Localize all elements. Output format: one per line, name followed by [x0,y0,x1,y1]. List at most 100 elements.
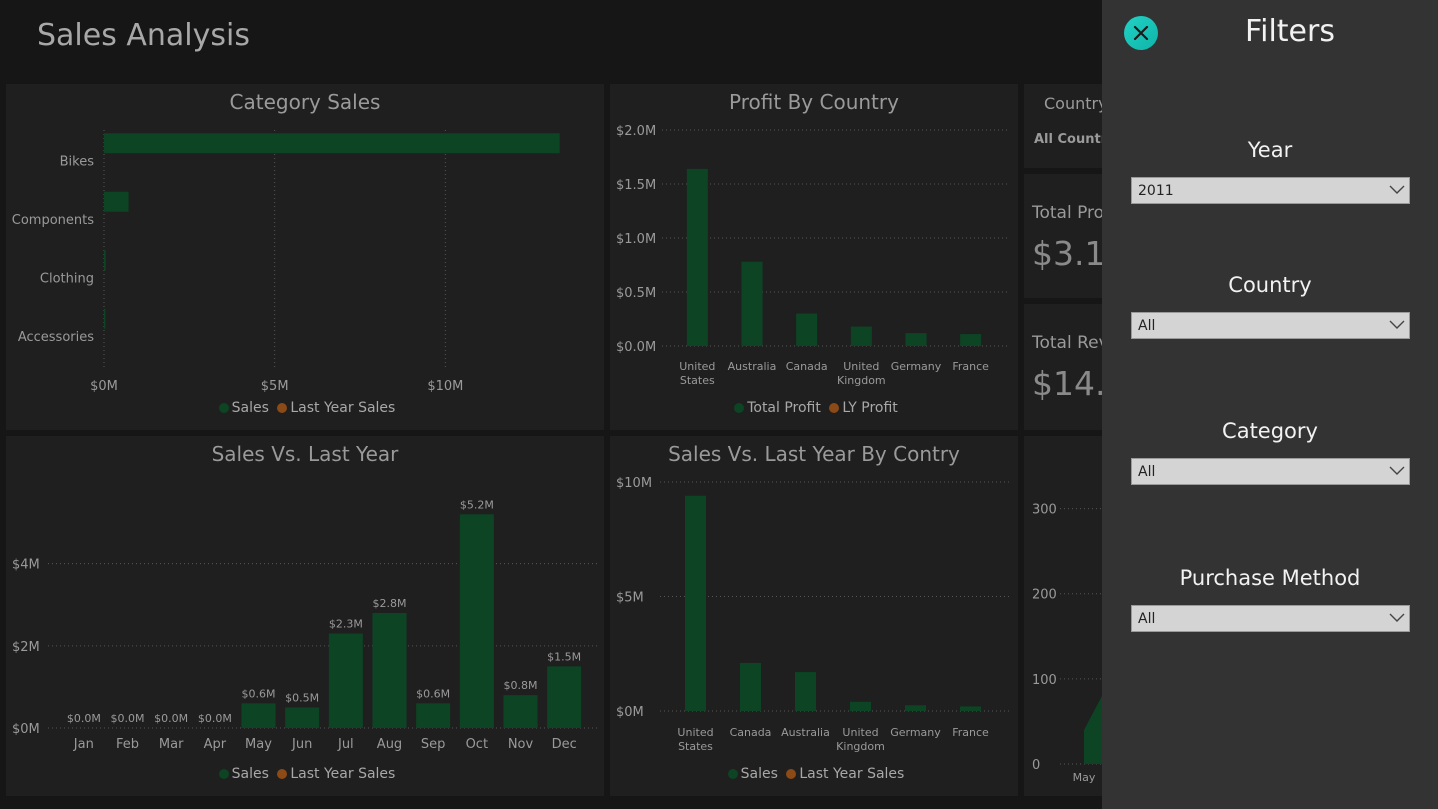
bar [796,313,818,346]
data-label: $0.5M [285,691,319,704]
y-tick-label: $2M [12,640,40,655]
category-dropdown[interactable]: All [1131,458,1410,485]
country-filter-label: Country [1228,273,1312,297]
x-tick-label: States [678,740,713,753]
x-tick-label: Mar [159,737,184,752]
purchase-method-dropdown[interactable]: All [1131,605,1410,632]
category-sales-legend: Sales Last Year Sales [6,400,604,416]
data-label: $0.0M [67,712,101,725]
x-tick-label: Kingdom [837,374,886,387]
page-title: Sales Analysis [37,18,250,53]
data-label: $0.0M [198,712,232,725]
x-tick-label: May [1073,771,1096,784]
sales-by-country-chart[interactable]: $0M$5M$10MUnitedStatesCanada Australia Uni… [610,466,1018,766]
x-tick-label: Germany [891,360,942,373]
y-tick-label: 200 [1032,588,1057,603]
data-label: $2.3M [329,617,363,630]
x-tick-label: United [677,726,713,739]
category-filter-label: Category [1222,419,1318,443]
y-tick-label: $0M [616,705,644,720]
sales-legend-dot [218,403,229,413]
x-tick-label: France [952,726,989,739]
data-label: $0.6M [242,687,276,700]
country-slicer-value[interactable]: All Countries [1034,132,1102,147]
last-year-legend-dot [277,769,288,779]
total-profit-label: Total Profit [1032,203,1102,223]
legend-sales: Sales [231,400,269,416]
total-revenue-value: $14.1 [1032,364,1102,403]
last-year-legend-dot [786,769,797,779]
x-tick-label: Dec [552,737,577,752]
total-profit-card: Total Profit $3.14 [1024,174,1102,298]
legend-sales: Sales [740,766,778,782]
y-tick-label: $10M [616,476,652,491]
country-dropdown-value: All [1138,318,1156,334]
year-dropdown[interactable]: 2011 [1131,177,1410,204]
y-tick-label: Clothing [40,271,94,286]
sales-vs-last-year-chart[interactable]: $0M $2M $4M Jan $0.0M Feb $0.0M Mar $0.0M Apr $0.0… [6,466,604,766]
y-tick-label: Bikes [60,154,95,169]
profit-legend: Total Profit LY Profit [610,400,1018,416]
legend-last-year: Last Year Sales [290,766,396,782]
y-tick-label: $1.0M [616,232,656,247]
bar [850,701,871,711]
bar [416,703,451,728]
area-series [1084,695,1102,764]
y-tick-label: Accessories [18,330,94,345]
chevron-down-icon [1389,185,1405,194]
category-sales-title: Category Sales [229,90,381,114]
profit-by-country-chart[interactable]: $0.0M$0.5M$1.0M$1.5M$2.0MUnitedStatesAus… [610,114,1018,404]
data-label: $0.0M [111,712,145,725]
y-tick-label: $0.0M [616,340,656,355]
purchase-method-filter-label: Purchase Method [1179,566,1361,590]
filters-pane: Filters Year 2011 Country All Category A… [1102,0,1438,809]
category-dropdown-value: All [1138,464,1156,480]
bar-accessories [104,308,106,329]
country-slicer-label: Country [1044,94,1102,113]
y-tick-label: 100 [1032,673,1057,688]
profit-by-country-card[interactable]: Profit By Country $0.0M $0.5M $1.0M $1.5M $2… [610,84,1018,430]
sales-by-country-card[interactable]: Sales Vs. Last Year By Contry $0M $5M $10M… [610,436,1018,796]
total-profit-legend-dot [734,403,745,413]
last-year-legend-dot [277,403,288,413]
x-tick-label: $0M [90,379,118,394]
partial-area-chart[interactable]: 0 100 200 300 May [1024,436,1102,796]
bar [740,662,761,711]
category-sales-chart[interactable]: $0M $5M $10M Bikes Components Clothing Accesso… [6,120,604,420]
x-tick-label: France [952,360,989,373]
bar [328,633,363,728]
sales-vs-last-year-card[interactable]: Sales Vs. Last Year $0M $2M $4M Jan $0.0M Feb… [6,436,604,796]
data-label: $5.2M [460,498,494,511]
total-profit-value: $3.14 [1032,234,1102,273]
y-tick-label: 0 [1032,758,1040,773]
y-tick-label: Components [12,213,94,228]
x-tick-label: $5M [261,379,289,394]
bar-components [104,191,129,212]
bar [685,495,706,711]
x-tick-label: Apr [204,737,227,752]
bar [850,326,872,346]
bar [741,261,763,346]
legend-ly-profit: LY Profit [842,400,898,416]
sales-legend-dot [218,769,229,779]
y-tick-label: $2.0M [616,124,656,139]
x-tick-label: Nov [508,737,534,752]
partial-chart-card[interactable]: 0 100 200 300 May [1024,436,1102,796]
country-dropdown[interactable]: All [1131,312,1410,339]
x-tick-label: United [843,360,879,373]
bar [960,334,982,346]
x-tick-label: Canada [786,360,828,373]
x-tick-label: Oct [466,737,488,752]
legend-last-year: Last Year Sales [290,400,396,416]
legend-sales: Sales [231,766,269,782]
bar [503,695,538,728]
category-sales-card[interactable]: Category Sales $0M $5M $10M Bikes Components… [6,84,604,430]
country-slicer-card[interactable]: Country All Countries [1024,84,1102,168]
data-label: $2.8M [373,597,407,610]
legend-total-profit: Total Profit [747,400,821,416]
profit-by-country-title: Profit By Country [729,90,899,114]
y-tick-label: 300 [1032,503,1057,518]
data-label: $1.5M [547,650,581,663]
sales-legend-dot [727,769,738,779]
x-tick-label: Jun [291,737,312,752]
